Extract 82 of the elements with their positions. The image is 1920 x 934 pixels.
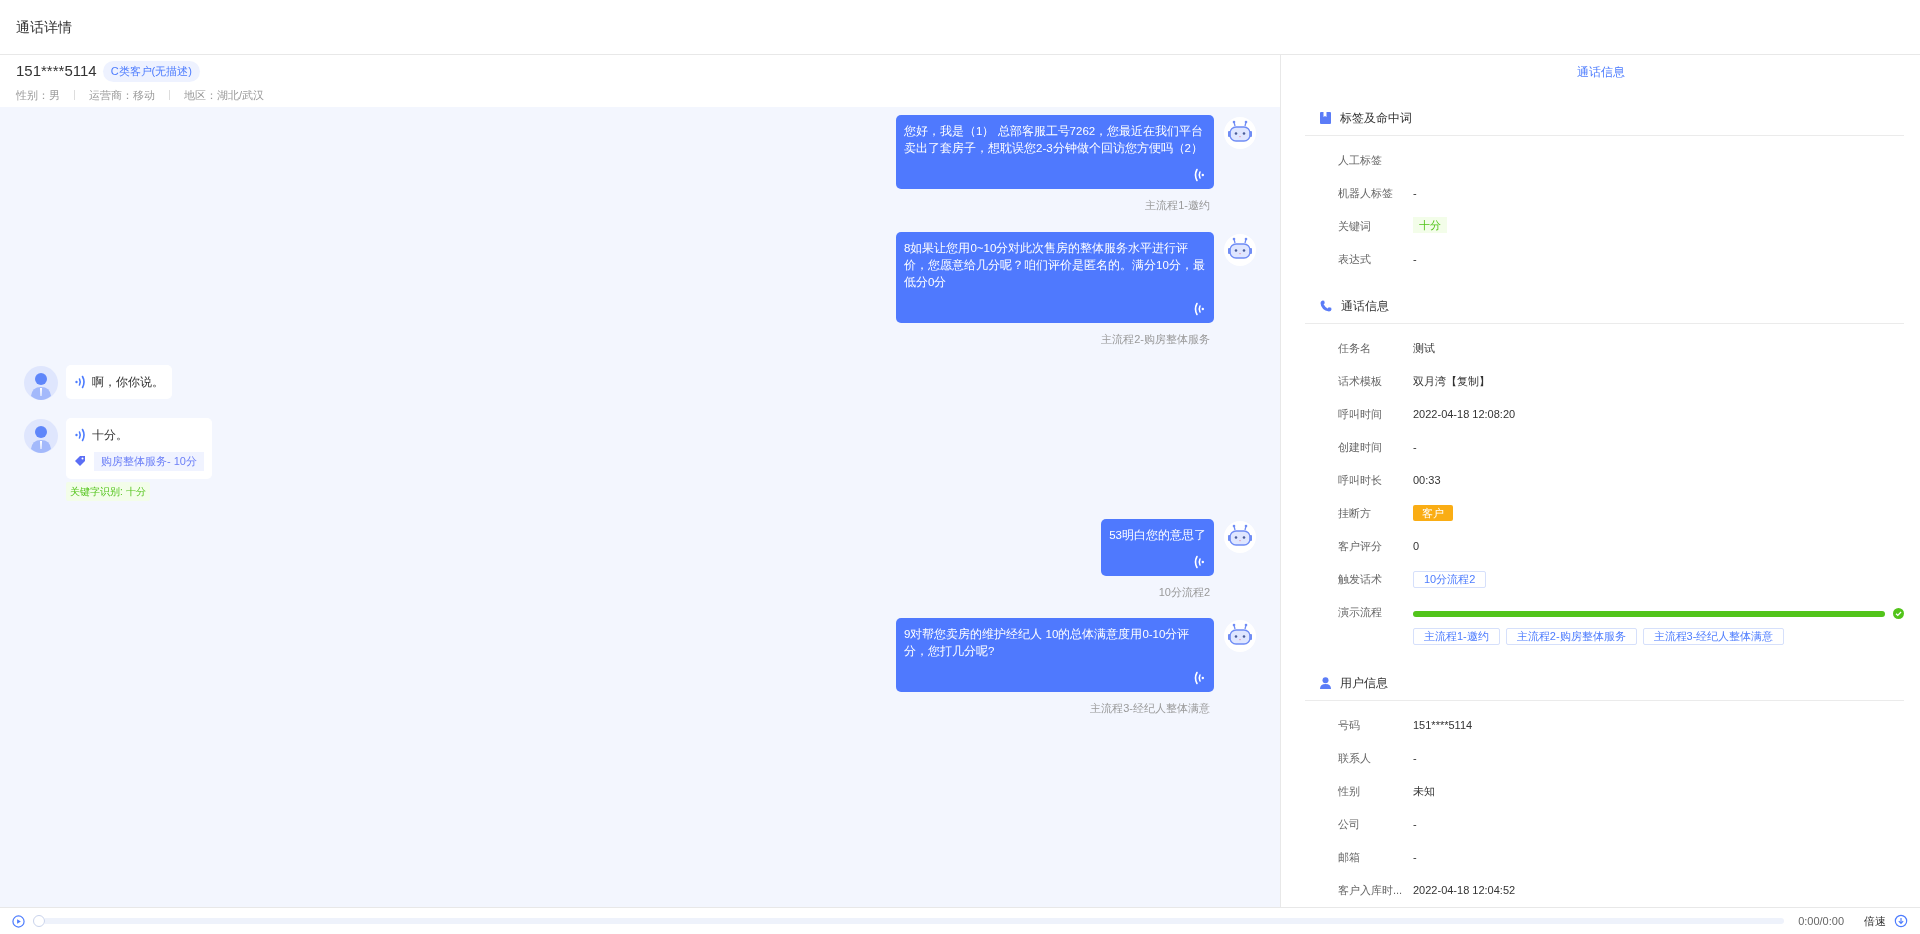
field-label: 演示流程	[1338, 605, 1383, 620]
bot-message-text: 您好，我是（1） 总部客服工号7262，您最近在我们平台卖出了套房子，想耽误您2-3分钟做个回访您方便吗（2）	[904, 124, 1205, 156]
customer-attribute: 地区：湖北/武汉	[184, 87, 265, 103]
phone-icon	[1320, 299, 1332, 312]
tag-icon	[74, 455, 86, 468]
field-label: 联系人	[1338, 751, 1372, 766]
field-label: 关键词	[1338, 219, 1372, 234]
flow-step-tag: 主流程3-经纪人整体满意	[1642, 628, 1785, 645]
field-label: 客户入库时...	[1338, 883, 1404, 898]
field-label: 任务名	[1338, 341, 1372, 356]
page-title: 通话详情	[16, 17, 72, 37]
playback-handle[interactable]	[33, 915, 45, 927]
user-avatar-icon	[24, 366, 58, 400]
field-label: 邮箱	[1338, 850, 1361, 865]
field-label: 话术模板	[1338, 374, 1383, 389]
customer-tag: C类客户(无描述)	[102, 61, 200, 82]
user-message-text: 十分。	[92, 427, 128, 444]
field-value: 测试	[1413, 341, 1435, 356]
field-value: 2022-04-18 12:08:20	[1413, 407, 1516, 422]
robot-avatar-icon	[1224, 620, 1256, 652]
play-icon[interactable]	[12, 914, 25, 928]
flow-label: 10分流程2	[1158, 584, 1210, 600]
person-icon	[1320, 676, 1331, 689]
field-label: 创建时间	[1338, 440, 1383, 455]
section-title: 标签及命中词	[1340, 109, 1412, 127]
script-tag: 10分流程2	[1413, 571, 1487, 588]
field-value: 0	[1413, 539, 1420, 554]
download-icon[interactable]	[1894, 914, 1908, 928]
intent-tag: 购房整体服务- 10分	[94, 452, 204, 471]
bot-message-text: 53明白您的意思了	[1109, 527, 1206, 543]
customer-attribute: 运营商：移动	[89, 87, 155, 103]
field-value: -	[1413, 850, 1417, 865]
field-label: 机器人标签	[1338, 186, 1394, 201]
field-label: 呼叫时间	[1338, 407, 1383, 422]
field-value: -	[1413, 817, 1417, 832]
robot-avatar-icon	[1224, 520, 1256, 553]
field-label: 号码	[1338, 718, 1361, 733]
user-avatar-icon	[24, 419, 58, 453]
robot-avatar-icon	[1224, 117, 1256, 149]
flow-label: 主流程1-邀约	[1145, 198, 1210, 213]
robot-avatar-icon	[1224, 233, 1256, 266]
field-value: -	[1413, 186, 1417, 201]
field-value: 00:33	[1413, 473, 1441, 488]
field-label: 触发话术	[1338, 572, 1383, 587]
flow-step-tag: 主流程1-邀约	[1413, 628, 1500, 645]
sound-wave-icon[interactable]	[1192, 300, 1206, 317]
field-value: -	[1413, 751, 1417, 766]
field-label: 客户评分	[1338, 539, 1383, 554]
field-value: 未知	[1413, 784, 1435, 799]
section-title: 用户信息	[1340, 674, 1388, 692]
call-info-tab[interactable]: 通话信息	[1576, 62, 1625, 81]
user-message-text: 啊，你你说。	[92, 374, 164, 391]
section-title: 通话信息	[1341, 297, 1389, 315]
field-value: 151****5114	[1413, 718, 1473, 733]
customer-attribute: 性别：男	[16, 87, 60, 103]
field-label: 公司	[1338, 817, 1361, 832]
field-label: 挂断方	[1338, 506, 1372, 521]
hangup-tag: 客户	[1413, 505, 1453, 521]
flow-label: 主流程3-经纪人整体满意	[1090, 701, 1210, 716]
sound-wave-icon[interactable]	[1192, 553, 1206, 570]
sound-wave-icon[interactable]	[74, 427, 88, 443]
field-value: -	[1413, 252, 1417, 267]
sound-wave-icon[interactable]	[1192, 670, 1206, 686]
speed-button[interactable]: 倍速	[1864, 912, 1886, 930]
field-label: 性别	[1338, 784, 1361, 799]
bot-message-text: 9对帮您卖房的维护经纪人 10的总体满意度用0-10分评分，您打几分呢?	[904, 627, 1191, 659]
field-value: 2022-04-18 12:04:52	[1413, 883, 1516, 898]
sound-wave-icon[interactable]	[1192, 167, 1206, 183]
field-value: -	[1413, 440, 1417, 455]
field-label: 呼叫时长	[1338, 473, 1383, 488]
bot-message-text: 8如果让您用0~10分对此次售房的整体服务水平进行评价，您愿意给几分呢？咱们评价是匿名的。满分10分，最低分0分	[904, 240, 1206, 290]
keyword-label: 关键字识别: 十分	[66, 481, 150, 501]
flow-label: 主流程2-购房整体服务	[1101, 331, 1210, 347]
sound-wave-icon[interactable]	[74, 374, 88, 390]
playback-time: 0:00/0:00	[1798, 913, 1844, 929]
field-label: 表达式	[1338, 252, 1372, 267]
customer-phone: 151****5114	[16, 61, 97, 81]
field-label: 人工标签	[1338, 153, 1383, 168]
bookmark-icon	[1320, 111, 1331, 124]
field-value: 双月湾【复制】	[1413, 374, 1490, 389]
keyword-tag: 十分	[1413, 217, 1447, 233]
flow-step-tag: 主流程2-购房整体服务	[1505, 628, 1637, 645]
